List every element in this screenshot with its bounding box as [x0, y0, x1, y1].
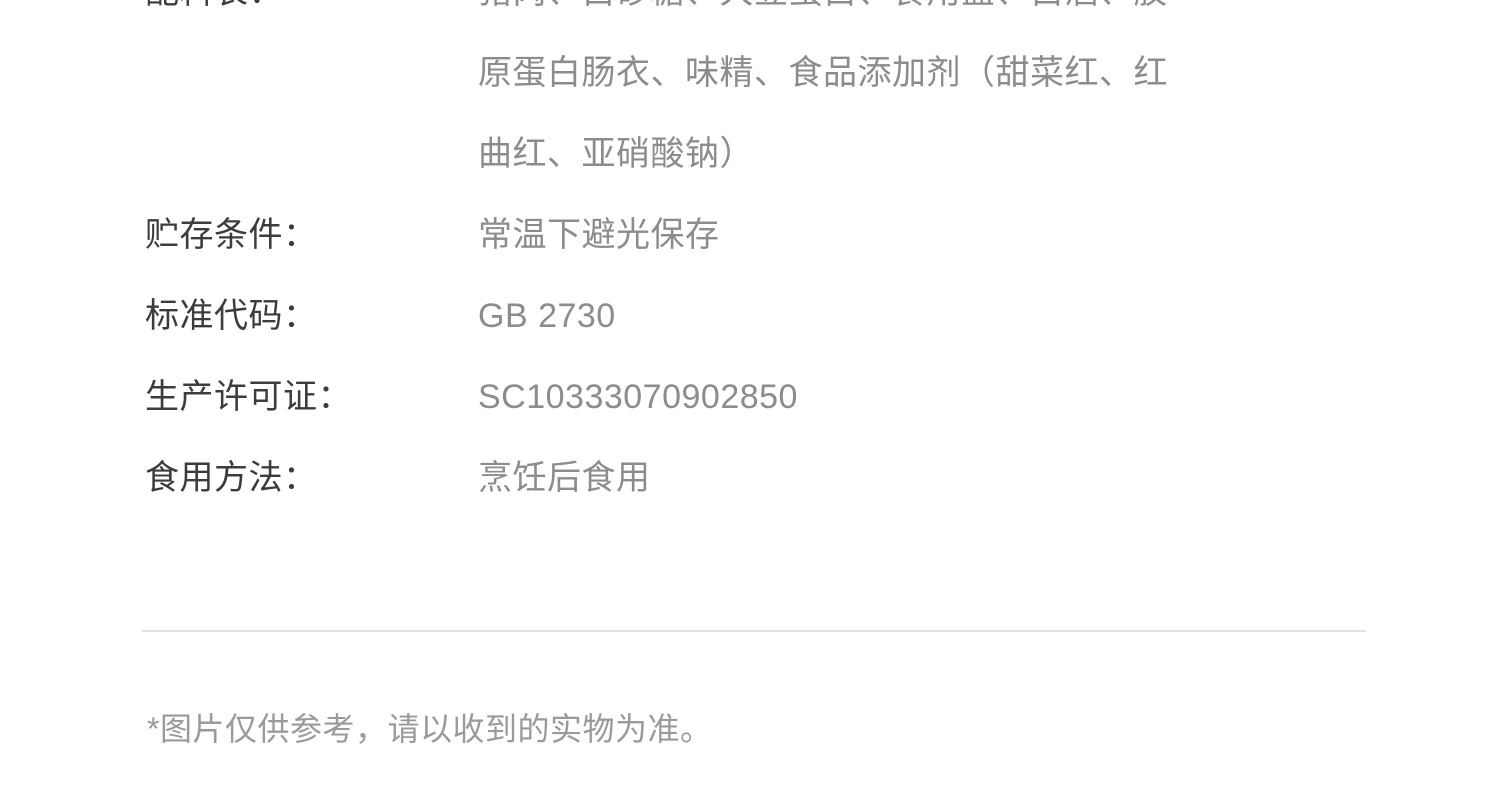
spec-value-serving-method: 烹饪后食用 — [478, 459, 651, 497]
section-divider — [142, 630, 1366, 632]
spec-label-production-license: 生产许可证： — [145, 378, 352, 416]
spec-label-serving-method: 食用方法： — [145, 459, 318, 497]
spec-value-ingredients-line-3: 曲红、亚硝酸钠） — [478, 135, 754, 173]
spec-row-production-license: 生产许可证： SC10333070902850 — [145, 357, 1425, 438]
spec-row-ingredients: 配料表： 猪肉、白砂糖、大豆蛋白、食用盐、白酒、胶 原蛋白肠衣、味精、食品添加剂… — [145, 0, 1425, 195]
spec-value-production-license: SC10333070902850 — [478, 378, 798, 416]
spec-value-ingredients: 猪肉、白砂糖、大豆蛋白、食用盐、白酒、胶 原蛋白肠衣、味精、食品添加剂（甜菜红、… — [478, 0, 1425, 195]
spec-row-serving-method: 食用方法： 烹饪后食用 — [145, 438, 1425, 519]
footnote-disclaimer: *图片仅供参考，请以收到的实物为准。 — [147, 711, 713, 747]
product-spec-table: 配料表： 猪肉、白砂糖、大豆蛋白、食用盐、白酒、胶 原蛋白肠衣、味精、食品添加剂… — [145, 0, 1425, 519]
spec-row-storage: 贮存条件： 常温下避光保存 — [145, 195, 1425, 276]
spec-label-standard-code: 标准代码： — [145, 297, 318, 335]
product-spec-page: 配料表： 猪肉、白砂糖、大豆蛋白、食用盐、白酒、胶 原蛋白肠衣、味精、食品添加剂… — [0, 0, 1500, 808]
spec-label-storage: 贮存条件： — [145, 216, 318, 254]
spec-label-ingredients: 配料表： — [145, 0, 478, 33]
spec-row-standard-code: 标准代码： GB 2730 — [145, 276, 1425, 357]
spec-value-ingredients-line-2: 原蛋白肠衣、味精、食品添加剂（甜菜红、红 — [478, 54, 1168, 92]
spec-value-ingredients-line-1: 猪肉、白砂糖、大豆蛋白、食用盐、白酒、胶 — [478, 0, 1425, 33]
spec-value-standard-code: GB 2730 — [478, 297, 616, 335]
spec-value-storage: 常温下避光保存 — [478, 216, 720, 254]
